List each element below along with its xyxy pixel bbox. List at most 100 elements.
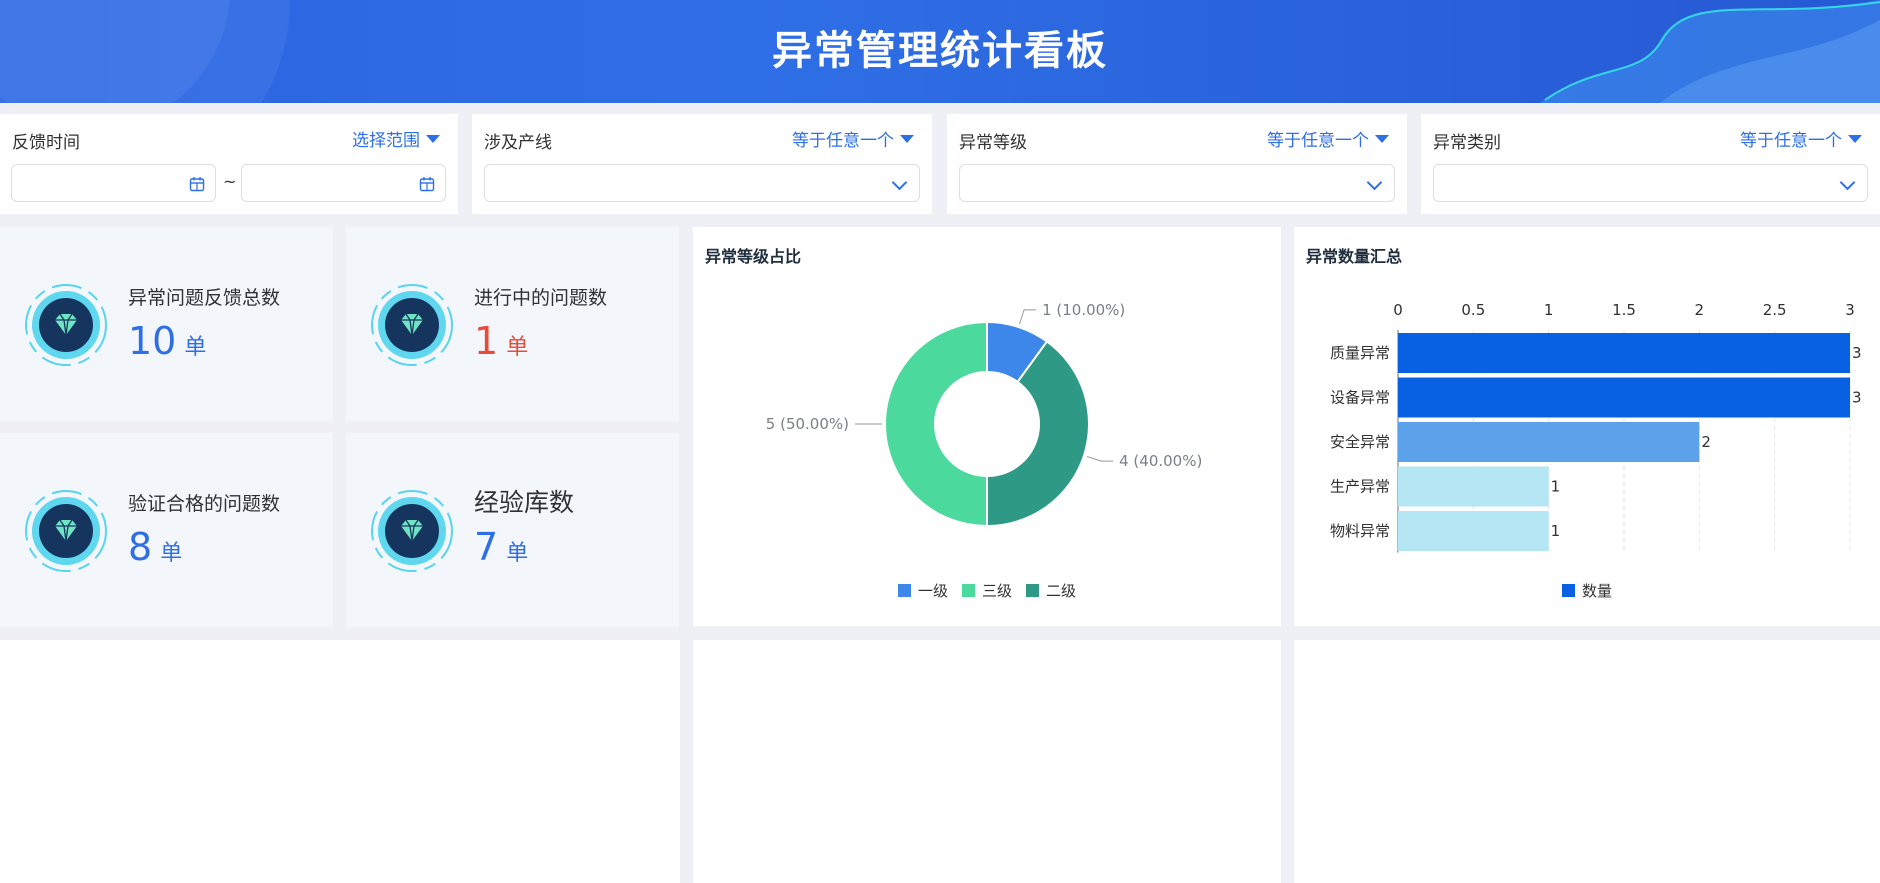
bar[interactable] bbox=[1398, 333, 1850, 373]
filter-operator-label: 等于任意一个 bbox=[1740, 131, 1842, 151]
stat-label: 进行中的问题数 bbox=[474, 287, 608, 309]
chevron-down-icon bbox=[1839, 174, 1856, 191]
date-separator: ~ bbox=[223, 172, 237, 191]
x-tick-label: 2.5 bbox=[1763, 301, 1787, 319]
bar[interactable] bbox=[1398, 422, 1700, 462]
diamond-icon bbox=[25, 490, 107, 572]
filter-operator-label: 等于任意一个 bbox=[1267, 131, 1369, 151]
bar[interactable] bbox=[1398, 466, 1549, 507]
bar-value-label: 1 bbox=[1551, 478, 1561, 496]
filter-label: 异常等级 bbox=[959, 133, 1027, 153]
anomaly-level-select[interactable] bbox=[959, 164, 1395, 202]
stat-card-in-progress: 进行中的问题数 1单 bbox=[346, 227, 679, 421]
filter-operator-dropdown[interactable]: 等于任意一个 bbox=[1267, 126, 1389, 151]
stat-label: 异常问题反馈总数 bbox=[128, 287, 281, 309]
filter-label: 异常类别 bbox=[1433, 133, 1501, 153]
filter-operator-dropdown[interactable]: 等于任意一个 bbox=[1740, 126, 1862, 151]
legend-item[interactable]: 数量 bbox=[1561, 580, 1612, 601]
category-label: 生产异常 bbox=[1330, 478, 1390, 496]
bar[interactable] bbox=[1398, 511, 1549, 551]
empty-panel-right bbox=[1294, 640, 1880, 883]
chevron-down-icon bbox=[1366, 174, 1383, 191]
legend-label: 三级 bbox=[981, 582, 1012, 600]
filter-anomaly-category: 异常类别 等于任意一个 bbox=[1421, 114, 1880, 214]
stat-label: 经验库数 bbox=[474, 488, 575, 517]
end-date-input[interactable] bbox=[241, 164, 446, 202]
bar-value-label: 3 bbox=[1852, 344, 1862, 362]
anomaly-category-select[interactable] bbox=[1433, 164, 1868, 202]
filter-label: 反馈时间 bbox=[12, 133, 80, 153]
stat-unit: 单 bbox=[506, 541, 529, 566]
filter-production-line: 涉及产线 等于任意一个 bbox=[472, 114, 932, 214]
legend-swatch bbox=[961, 584, 975, 597]
chart-title: 异常数量汇总 bbox=[1306, 247, 1403, 266]
x-tick-label: 0 bbox=[1393, 301, 1403, 319]
filter-anomaly-level: 异常等级 等于任意一个 bbox=[947, 114, 1407, 214]
stat-unit: 单 bbox=[506, 335, 529, 360]
legend-label: 一级 bbox=[917, 582, 948, 600]
stat-value: 1 bbox=[474, 319, 499, 363]
bar-value-label: 2 bbox=[1701, 433, 1711, 451]
slice-label: 5 (50.00%) bbox=[766, 415, 849, 433]
legend-item[interactable]: 一级 bbox=[897, 580, 948, 601]
bar[interactable] bbox=[1398, 377, 1850, 418]
calendar-icon bbox=[419, 177, 435, 192]
empty-panel-middle bbox=[693, 640, 1281, 883]
filter-feedback-time: 反馈时间 选择范围 ~ bbox=[0, 114, 458, 214]
chart-title: 异常等级占比 bbox=[705, 247, 802, 266]
legend-item[interactable]: 二级 bbox=[1026, 580, 1076, 601]
bar-chart: 0 0.5 1 1.5 2 2.5 3 质量异常 3 设备异常 3 安全异常 2 生产异常 1 物料异常 1 bbox=[1330, 301, 1862, 553]
filter-operator-dropdown[interactable]: 等于任意一个 bbox=[792, 126, 914, 151]
diamond-icon bbox=[371, 490, 453, 572]
stat-card-total: 异常问题反馈总数 10 单 bbox=[0, 227, 333, 421]
stat-value-row: 1单 bbox=[474, 319, 528, 370]
label-leader-line bbox=[1086, 455, 1114, 462]
caret-down-icon bbox=[1848, 134, 1862, 143]
category-label: 安全异常 bbox=[1330, 433, 1390, 451]
legend-item[interactable]: 三级 bbox=[961, 580, 1012, 601]
x-tick-label: 0.5 bbox=[1461, 301, 1485, 319]
stat-value-row: 8单 bbox=[128, 525, 182, 576]
stat-card-knowledge-base: 经验库数 7单 bbox=[346, 433, 679, 627]
category-label: 物料异常 bbox=[1330, 522, 1390, 540]
filter-operator-dropdown[interactable]: 选择范围 bbox=[352, 126, 440, 151]
bar-value-label: 3 bbox=[1852, 389, 1862, 407]
legend-swatch bbox=[1561, 584, 1575, 597]
donut-slice[interactable] bbox=[884, 320, 988, 528]
category-label: 设备异常 bbox=[1330, 389, 1390, 407]
caret-down-icon bbox=[426, 134, 440, 143]
label-leader-line bbox=[1018, 309, 1037, 325]
legend-label: 数量 bbox=[1581, 582, 1612, 600]
diamond-icon bbox=[371, 284, 453, 366]
slice-label: 1 (10.00%) bbox=[1042, 301, 1125, 319]
filter-operator-label: 等于任意一个 bbox=[792, 131, 894, 151]
page-title: 异常管理统计看板 bbox=[772, 28, 1108, 74]
caret-down-icon bbox=[1375, 134, 1389, 143]
stat-unit: 单 bbox=[160, 541, 183, 566]
chevron-down-icon bbox=[891, 174, 908, 191]
start-date-input[interactable] bbox=[11, 164, 216, 202]
x-tick-label: 3 bbox=[1845, 301, 1855, 319]
stat-value: 10 bbox=[128, 319, 177, 363]
bar-legend: 数量 bbox=[1294, 580, 1880, 601]
legend-swatch bbox=[1026, 584, 1039, 597]
empty-panel-left bbox=[0, 640, 680, 883]
stat-value: 8 bbox=[128, 525, 153, 569]
stat-label: 验证合格的问题数 bbox=[128, 493, 281, 515]
filter-operator-label: 选择范围 bbox=[352, 131, 420, 151]
anomaly-count-summary-panel: 0 0.5 1 1.5 2 2.5 3 质量异常 3 设备异常 3 安全异常 2 生产异常 1 物料异常 1 异… bbox=[1294, 227, 1880, 626]
bar-value-label: 1 bbox=[1551, 522, 1561, 540]
donut-legend: 一级 三级 二级 bbox=[693, 580, 1281, 601]
slice-label: 4 (40.00%) bbox=[1119, 452, 1202, 470]
x-tick-label: 1 bbox=[1544, 301, 1554, 319]
legend-label: 二级 bbox=[1046, 582, 1077, 600]
production-line-select[interactable] bbox=[484, 164, 920, 202]
stat-card-verified: 验证合格的问题数 8单 bbox=[0, 433, 333, 627]
anomaly-level-ratio-panel: 1 (10.00%) 4 (40.00%) 5 (50.00%) 异常等级占比 一级… bbox=[693, 227, 1281, 626]
donut-chart: 1 (10.00%) 4 (40.00%) 5 (50.00%) bbox=[766, 301, 1202, 528]
calendar-icon bbox=[189, 177, 205, 192]
x-tick-label: 1.5 bbox=[1612, 301, 1636, 319]
stat-value-row: 10 单 bbox=[128, 319, 206, 370]
filter-label: 涉及产线 bbox=[484, 133, 552, 153]
x-tick-label: 2 bbox=[1695, 301, 1705, 319]
